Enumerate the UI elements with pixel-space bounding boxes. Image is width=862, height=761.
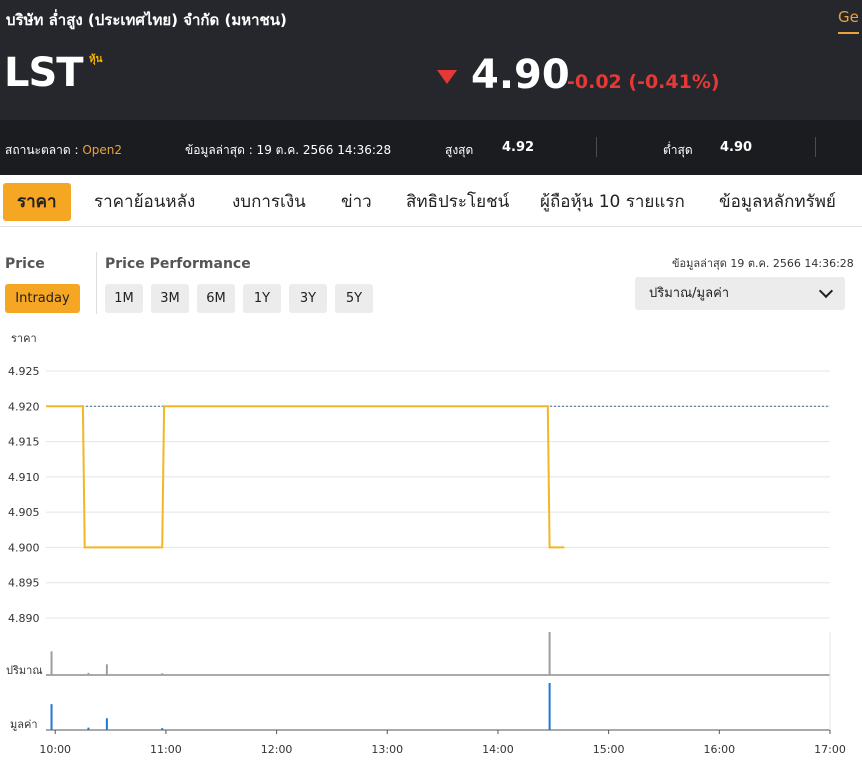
tab-historical-price[interactable]: ราคาย้อนหลัง <box>94 183 195 221</box>
market-status-label: สถานะตลาด : <box>5 143 79 157</box>
price-change: -0.02 (-0.41%) <box>567 71 720 93</box>
language-link[interactable]: Ge <box>838 8 859 34</box>
x-tick-label: 12:00 <box>261 743 293 756</box>
value-bar <box>50 704 53 730</box>
high-value: 4.92 <box>502 140 535 155</box>
y-tick-label: 4.895 <box>8 577 40 590</box>
x-tick-label: 14:00 <box>482 743 514 756</box>
price-label: Price <box>5 256 45 272</box>
x-tick-label: 17:00 <box>814 743 846 756</box>
y-tick-label: 4.910 <box>8 471 40 484</box>
low-value: 4.90 <box>720 140 753 155</box>
period-5y-button[interactable]: 5Y <box>335 284 373 313</box>
stock-symbol: LST <box>4 50 84 96</box>
last-update: ข้อมูลล่าสุด : 19 ต.ค. 2566 14:36:28 <box>185 143 392 157</box>
volume-bar <box>161 673 164 675</box>
period-3m-button[interactable]: 3M <box>151 284 189 313</box>
x-tick-label: 10:00 <box>39 743 71 756</box>
divider <box>96 252 97 314</box>
period-1m-button[interactable]: 1M <box>105 284 143 313</box>
market-status: สถานะตลาด : Open2 <box>5 141 122 160</box>
y-tick-label: 4.925 <box>8 365 40 378</box>
value-bar <box>161 728 164 730</box>
value-axis-label: มูลค่า <box>10 718 38 731</box>
volume-bar <box>87 672 90 675</box>
y-tick-label: 4.905 <box>8 506 40 519</box>
divider <box>815 137 816 157</box>
y-tick-label: 4.915 <box>8 436 40 449</box>
low-label: ต่ำสุด <box>663 143 693 157</box>
intraday-chart[interactable]: 4.925 4.920 4.915 4.910 4.905 4.900 4.895 4.890… <box>0 325 862 761</box>
tab-news[interactable]: ข่าว <box>341 183 372 221</box>
value-bar <box>105 718 108 730</box>
y-tick-label: 4.900 <box>8 541 40 554</box>
volume-bar <box>548 632 551 675</box>
tab-bar: ราคา ราคาย้อนหลัง งบการเงิน ข่าว สิทธิปร… <box>0 175 862 227</box>
tab-financials[interactable]: งบการเงิน <box>232 183 306 221</box>
value-bar <box>87 727 90 730</box>
chevron-down-icon <box>818 283 834 299</box>
y-tick-label: 4.920 <box>8 400 40 413</box>
volume-value-dropdown[interactable]: ปริมาณ/มูลค่า <box>635 277 845 310</box>
performance-label: Price Performance <box>105 256 251 272</box>
volume-bar <box>50 651 53 675</box>
market-status-value: Open2 <box>82 143 123 157</box>
period-1y-button[interactable]: 1Y <box>243 284 281 313</box>
last-price: 4.90 <box>471 52 570 98</box>
divider <box>596 137 597 157</box>
dropdown-value: ปริมาณ/มูลค่า <box>649 286 730 301</box>
stock-type-badge: หุ้น <box>89 54 103 65</box>
company-name: บริษัท ล่ำสูง (ประเทศไทย) จำกัด (มหาชน) <box>6 11 287 29</box>
period-3y-button[interactable]: 3Y <box>289 284 327 313</box>
tab-price[interactable]: ราคา <box>3 183 71 221</box>
volume-bar <box>105 664 108 675</box>
tab-benefits[interactable]: สิทธิประโยชน์ <box>406 183 509 221</box>
x-tick-label: 11:00 <box>150 743 182 756</box>
stock-header: บริษัท ล่ำสูง (ประเทศไทย) จำกัด (มหาชน) … <box>0 0 862 175</box>
price-down-icon <box>437 70 457 84</box>
x-tick-label: 16:00 <box>703 743 735 756</box>
chart-timestamp: ข้อมูลล่าสุด 19 ต.ค. 2566 14:36:28 <box>672 257 854 270</box>
tab-top10-shareholders[interactable]: ผู้ถือหุ้น 10 รายแรก <box>540 183 685 221</box>
x-tick-label: 15:00 <box>593 743 625 756</box>
high-label: สูงสุด <box>445 143 474 157</box>
y-tick-label: 4.890 <box>8 612 40 625</box>
tab-security-info[interactable]: ข้อมูลหลักทรัพย์ <box>719 183 836 221</box>
period-6m-button[interactable]: 6M <box>197 284 235 313</box>
value-bar <box>548 683 551 730</box>
intraday-button[interactable]: Intraday <box>5 284 80 313</box>
y-axis-label: ราคา <box>11 332 37 345</box>
volume-axis-label: ปริมาณ <box>6 664 43 677</box>
x-tick-label: 13:00 <box>371 743 403 756</box>
